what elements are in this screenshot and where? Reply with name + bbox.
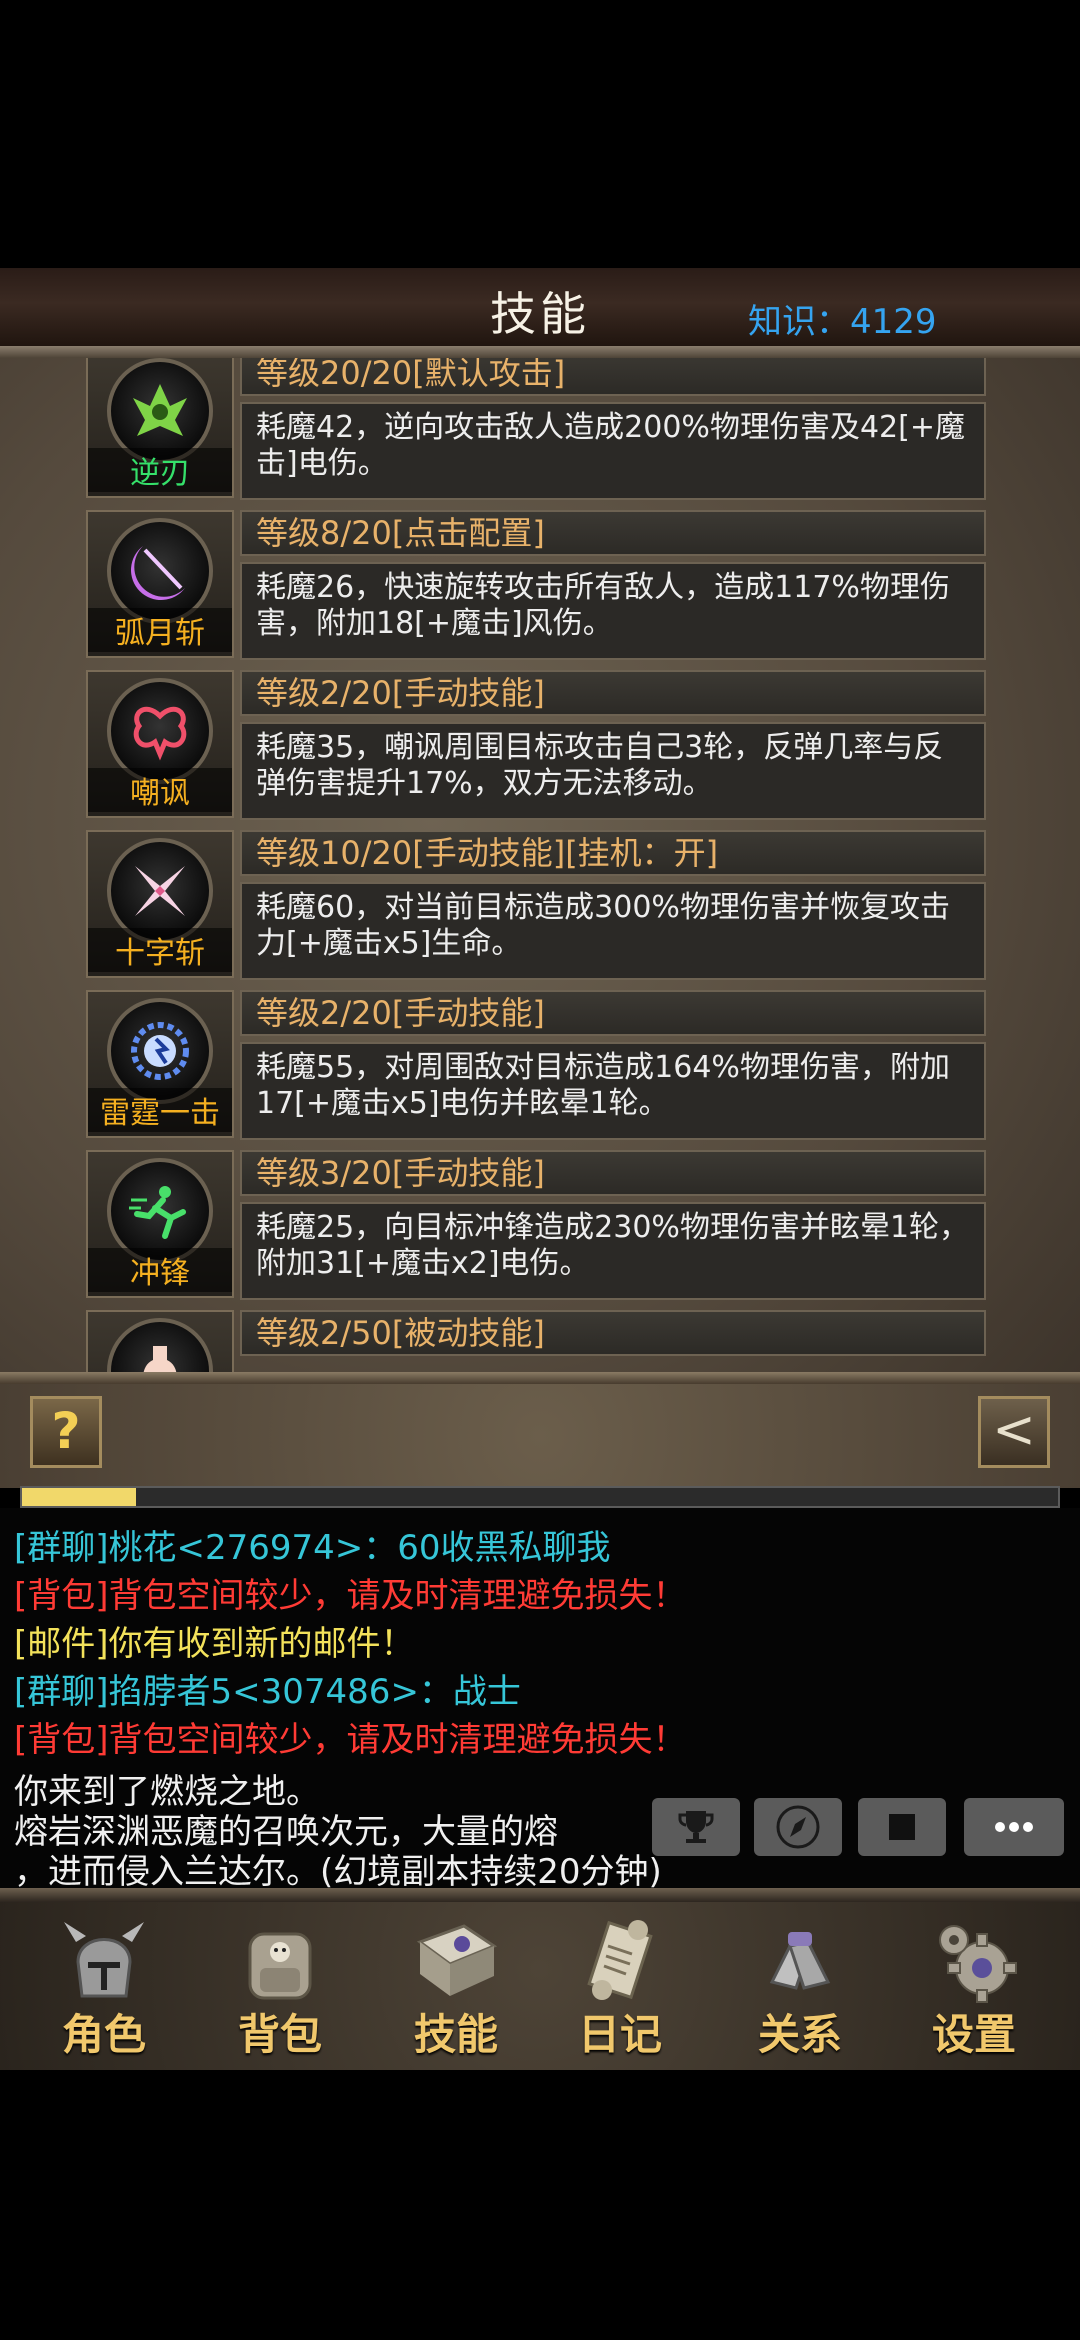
nav-relations[interactable]: 关系 (720, 1902, 880, 2070)
gauntlet-icon (748, 1908, 852, 2012)
skill-icon-box[interactable]: 弧月斩 (86, 510, 234, 658)
skill-icon-box[interactable]: 雷霆一击 (86, 990, 234, 1138)
chat-line: ，进而侵入兰达尔。(幻境副本持续20分钟) (14, 1852, 662, 1892)
nav-label: 角色 (61, 2010, 146, 2059)
potion-icon (107, 1318, 213, 1378)
skill-icon-box[interactable]: 冲锋 (86, 1150, 234, 1298)
nav-backpack[interactable]: 背包 (200, 1902, 360, 2070)
nav-character[interactable]: 角色 (24, 1902, 184, 2070)
chat-line: [背包]背包空间较少，请及时清理避免损失！ (14, 1576, 687, 1616)
header-divider (0, 346, 1080, 358)
chat-bubble-icon (995, 1822, 1033, 1832)
skill-row[interactable]: 冲锋 等级3/20[手动技能] 耗魔25，向目标冲锋造成230%物理伤害并眩晕1… (86, 1150, 990, 1302)
skill-description: 耗魔60，对当前目标造成300%物理伤害并恢复攻击力[+魔击x5]生命。 (240, 882, 986, 980)
experience-bar (20, 1486, 1060, 1508)
panel-divider (0, 1372, 1080, 1384)
helmet-icon (52, 1908, 156, 2012)
trophy-button[interactable] (652, 1798, 740, 1856)
skill-name: 雷霆一击 (88, 1088, 232, 1132)
skill-row[interactable]: 嘲讽 等级2/20[手动技能] 耗魔35，嘲讽周围目标攻击自己3轮，反弹几率与反… (86, 670, 990, 822)
skill-icon-box[interactable] (86, 1310, 234, 1378)
skill-row[interactable]: 弧月斩 等级8/20[点击配置] 耗魔26，快速旋转攻击所有敌人，造成117%物… (86, 510, 990, 662)
skill-level: 等级2/50[被动技能] (240, 1310, 986, 1356)
skill-level: 等级2/20[手动技能] (240, 670, 986, 716)
skill-name: 嘲讽 (88, 768, 232, 812)
skill-toolbar (0, 1384, 1080, 1488)
nav-settings[interactable]: 设置 (894, 1902, 1054, 2070)
skill-name: 冲锋 (88, 1248, 232, 1292)
skill-icon-box[interactable]: 十字斩 (86, 830, 234, 978)
skill-description: 耗魔35，嘲讽周围目标攻击自己3轮，反弹几率与反弹伤害提升17%，双方无法移动。 (240, 722, 986, 820)
skill-description: 耗魔25，向目标冲锋造成230%物理伤害并眩晕1轮，附加31[+魔击x2]电伤。 (240, 1202, 986, 1300)
stop-icon (889, 1814, 915, 1840)
skill-row[interactable]: 逆刃 等级20/20[默认攻击] 耗魔42，逆向攻击敌人造成200%物理伤害及4… (86, 358, 990, 502)
compass-button[interactable] (754, 1798, 842, 1856)
chat-line: [邮件]你有收到新的邮件！ (14, 1624, 415, 1664)
nav-diary[interactable]: 日记 (540, 1902, 700, 2070)
knowledge-counter: 知识：4129 (748, 302, 937, 342)
bottom-nav: 角色 背包 技能 日记 关系 设置 (0, 1902, 1080, 2070)
skill-list[interactable]: 逆刃 等级20/20[默认攻击] 耗魔42，逆向攻击敌人造成200%物理伤害及4… (0, 358, 1080, 1378)
skill-row[interactable]: 等级2/50[被动技能] (86, 1310, 990, 1378)
skill-level: 等级8/20[点击配置] (240, 510, 986, 556)
chat-line: [群聊]掐脖者5<307486>：战士 (14, 1672, 521, 1712)
experience-fill (22, 1488, 136, 1506)
nav-label: 背包 (237, 2010, 322, 2059)
skill-icon-box[interactable]: 嘲讽 (86, 670, 234, 818)
nav-divider (0, 1888, 1080, 1902)
skill-name: 逆刃 (88, 448, 232, 492)
skill-level: 等级2/20[手动技能] (240, 990, 986, 1036)
nav-skills[interactable]: 技能 (376, 1902, 536, 2070)
skill-description: 耗魔42，逆向攻击敌人造成200%物理伤害及42[+魔击]电伤。 (240, 402, 986, 500)
back-button[interactable]: < (978, 1396, 1050, 1468)
chat-line: [背包]背包空间较少，请及时清理避免损失！ (14, 1720, 687, 1760)
skill-description: 耗魔26，快速旋转攻击所有敌人，造成117%物理伤害，附加18[+魔击]风伤。 (240, 562, 986, 660)
scroll-icon (568, 1908, 672, 2012)
nav-label: 日记 (577, 2010, 662, 2059)
trophy-icon (678, 1811, 714, 1843)
nav-label: 设置 (931, 2010, 1016, 2059)
skill-level: 等级10/20[手动技能][挂机：开] (240, 830, 986, 876)
backpack-icon (228, 1908, 332, 2012)
header-bar: 技能 知识：4129 (0, 268, 1080, 349)
skill-row[interactable]: 十字斩 等级10/20[手动技能][挂机：开] 耗魔60，对当前目标造成300%… (86, 830, 990, 982)
skill-description: 耗魔55，对周围敌对目标造成164%物理伤害，附加17[+魔击x5]电伤并眩晕1… (240, 1042, 986, 1140)
skill-book-icon (404, 1908, 508, 2012)
skill-level: 等级20/20[默认攻击] (240, 358, 986, 396)
nav-label: 技能 (413, 2010, 498, 2059)
chat-line: [群聊]桃花<276974>：60收黑私聊我 (14, 1528, 611, 1568)
chat-more-button[interactable] (964, 1798, 1064, 1856)
nav-label: 关系 (757, 2010, 842, 2059)
skill-name: 弧月斩 (88, 608, 232, 652)
skill-row[interactable]: 雷霆一击 等级2/20[手动技能] 耗魔55，对周围敌对目标造成164%物理伤害… (86, 990, 990, 1142)
stop-button[interactable] (858, 1798, 946, 1856)
skill-icon-box[interactable]: 逆刃 (86, 358, 234, 498)
help-button[interactable]: ? (30, 1396, 102, 1468)
skill-name: 十字斩 (88, 928, 232, 972)
compass-icon (776, 1805, 820, 1849)
gear-icon (922, 1908, 1026, 2012)
skill-level: 等级3/20[手动技能] (240, 1150, 986, 1196)
